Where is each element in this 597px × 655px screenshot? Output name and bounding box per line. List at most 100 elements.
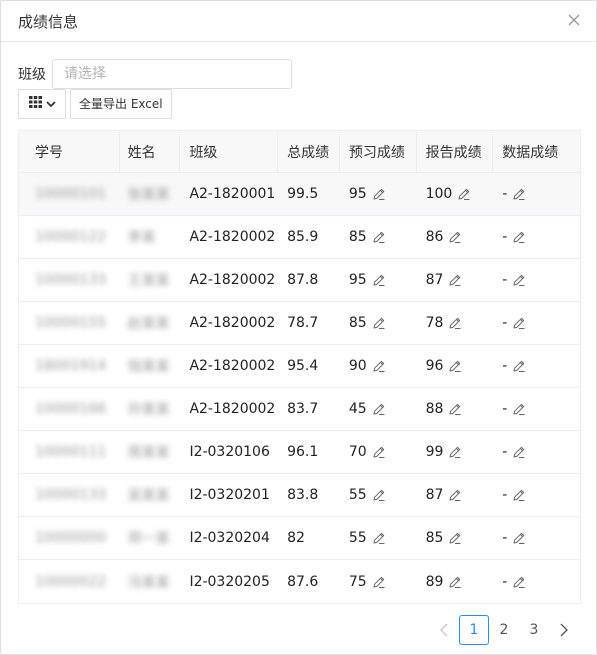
close-icon[interactable]: [566, 12, 582, 28]
header-total[interactable]: 总成绩: [278, 131, 340, 172]
cell-name: 赵某某: [120, 302, 181, 344]
page-1-button[interactable]: 1: [459, 615, 489, 645]
class-filter: 班级 请选择: [18, 59, 292, 89]
cell-preview-value: 95: [348, 272, 367, 288]
dialog-header: 成绩信息: [1, 1, 596, 42]
edit-icon[interactable]: [448, 402, 462, 416]
prev-page-button[interactable]: [429, 615, 459, 645]
edit-icon[interactable]: [448, 488, 462, 502]
edit-icon[interactable]: [448, 273, 462, 287]
edit-icon[interactable]: [372, 273, 386, 287]
cell-student-id-value: 18001914: [35, 358, 107, 374]
cell-student-id: 18001914: [19, 345, 120, 387]
cell-student-id: 10000133: [19, 259, 120, 301]
cell-student-id: 10000122: [19, 216, 120, 258]
cell-class-value: I2-0320205: [189, 573, 270, 590]
header-data[interactable]: 数据成绩: [493, 131, 580, 172]
class-select[interactable]: 请选择: [52, 59, 292, 89]
cell-preview-value: 85: [348, 315, 367, 331]
page-2-button[interactable]: 2: [489, 615, 519, 645]
cell-preview: 55: [340, 474, 417, 516]
export-excel-button[interactable]: 全量导出 Excel: [70, 89, 172, 119]
edit-icon[interactable]: [512, 273, 526, 287]
cell-name-value: 郑一某: [127, 531, 170, 547]
edit-icon[interactable]: [448, 316, 462, 330]
edit-icon[interactable]: [372, 445, 386, 459]
table-row: 10000122 李某 A2-1820002 85.9 85 86 -: [19, 216, 580, 259]
table-row: 10000022 冯某某 I2-0320205 87.6 75 89 -: [19, 560, 580, 603]
edit-icon[interactable]: [512, 531, 526, 545]
cell-data-value: -: [502, 573, 508, 590]
cell-preview: 90: [340, 345, 417, 387]
cell-class: I2-0320204: [180, 517, 278, 559]
edit-icon[interactable]: [448, 575, 462, 589]
cell-student-id: 10000111: [19, 431, 120, 473]
grades-table: 学号 姓名 班级 总成绩 预习成绩 报告成绩 数据成绩 10000101 张某某 A…: [18, 130, 581, 604]
cell-total: 85.9: [278, 216, 340, 258]
cell-preview: 85: [340, 302, 417, 344]
cell-preview: 95: [340, 259, 417, 301]
header-report[interactable]: 报告成绩: [417, 131, 494, 172]
cell-data: -: [493, 302, 580, 344]
cell-report: 87: [417, 474, 494, 516]
pagination: 1 2 3: [429, 615, 579, 645]
table-header: 学号 姓名 班级 总成绩 预习成绩 报告成绩 数据成绩: [19, 131, 580, 173]
column-settings-button[interactable]: [18, 89, 66, 119]
cell-data-value: -: [502, 530, 508, 546]
edit-icon[interactable]: [372, 359, 386, 373]
edit-icon[interactable]: [448, 230, 462, 244]
header-name[interactable]: 姓名: [120, 131, 181, 172]
cell-preview: 70: [340, 431, 417, 473]
cell-preview-value: 55: [348, 530, 367, 546]
table-row: 10000133 吴某某 I2-0320201 83.8 55 87 -: [19, 474, 580, 517]
cell-student-id-value: 10000000: [35, 530, 107, 546]
cell-report: 88: [417, 388, 494, 430]
cell-total: 83.7: [278, 388, 340, 430]
cell-class-value: I2-0320106: [189, 444, 270, 460]
edit-icon[interactable]: [512, 316, 526, 330]
cell-name: 王某某: [120, 259, 181, 301]
cell-data-value: -: [502, 444, 508, 460]
edit-icon[interactable]: [512, 488, 526, 502]
edit-icon[interactable]: [372, 187, 386, 201]
edit-icon[interactable]: [512, 402, 526, 416]
cell-data: -: [493, 216, 580, 258]
cell-name-value: 周某某: [127, 445, 170, 461]
edit-icon[interactable]: [372, 488, 386, 502]
cell-preview: 95: [340, 173, 417, 215]
edit-icon[interactable]: [448, 359, 462, 373]
header-preview[interactable]: 预习成绩: [340, 131, 417, 172]
edit-icon[interactable]: [448, 445, 462, 459]
cell-data-value: -: [502, 272, 508, 288]
edit-icon[interactable]: [512, 359, 526, 373]
cell-name: 郑一某: [120, 517, 181, 559]
next-page-button[interactable]: [549, 615, 579, 645]
edit-icon[interactable]: [372, 531, 386, 545]
edit-icon[interactable]: [372, 316, 386, 330]
edit-icon[interactable]: [448, 531, 462, 545]
cell-class-value: A2-1820001: [189, 186, 276, 202]
cell-student-id: 10000022: [19, 560, 120, 603]
edit-icon[interactable]: [457, 187, 471, 201]
cell-total-value: 83.7: [287, 401, 319, 417]
page-3-button[interactable]: 3: [519, 615, 549, 645]
cell-report-value: 89: [425, 573, 444, 590]
cell-class: A2-1820002: [180, 302, 278, 344]
edit-icon[interactable]: [512, 445, 526, 459]
cell-preview-value: 70: [348, 444, 367, 460]
cell-name: 钱某某: [120, 345, 181, 387]
cell-total: 78.7: [278, 302, 340, 344]
edit-icon[interactable]: [512, 230, 526, 244]
edit-icon[interactable]: [512, 575, 526, 589]
table-row: 10000133 王某某 A2-1820002 87.8 95 87 -: [19, 259, 580, 302]
cell-student-id-value: 10000155: [35, 315, 107, 331]
edit-icon[interactable]: [372, 402, 386, 416]
edit-icon[interactable]: [372, 230, 386, 244]
cell-preview: 45: [340, 388, 417, 430]
cell-preview-value: 45: [348, 401, 367, 417]
edit-icon[interactable]: [372, 575, 386, 589]
edit-icon[interactable]: [512, 187, 526, 201]
cell-class-value: I2-0320204: [189, 530, 270, 546]
header-class[interactable]: 班级: [180, 131, 279, 172]
header-student-id[interactable]: 学号: [19, 131, 120, 172]
